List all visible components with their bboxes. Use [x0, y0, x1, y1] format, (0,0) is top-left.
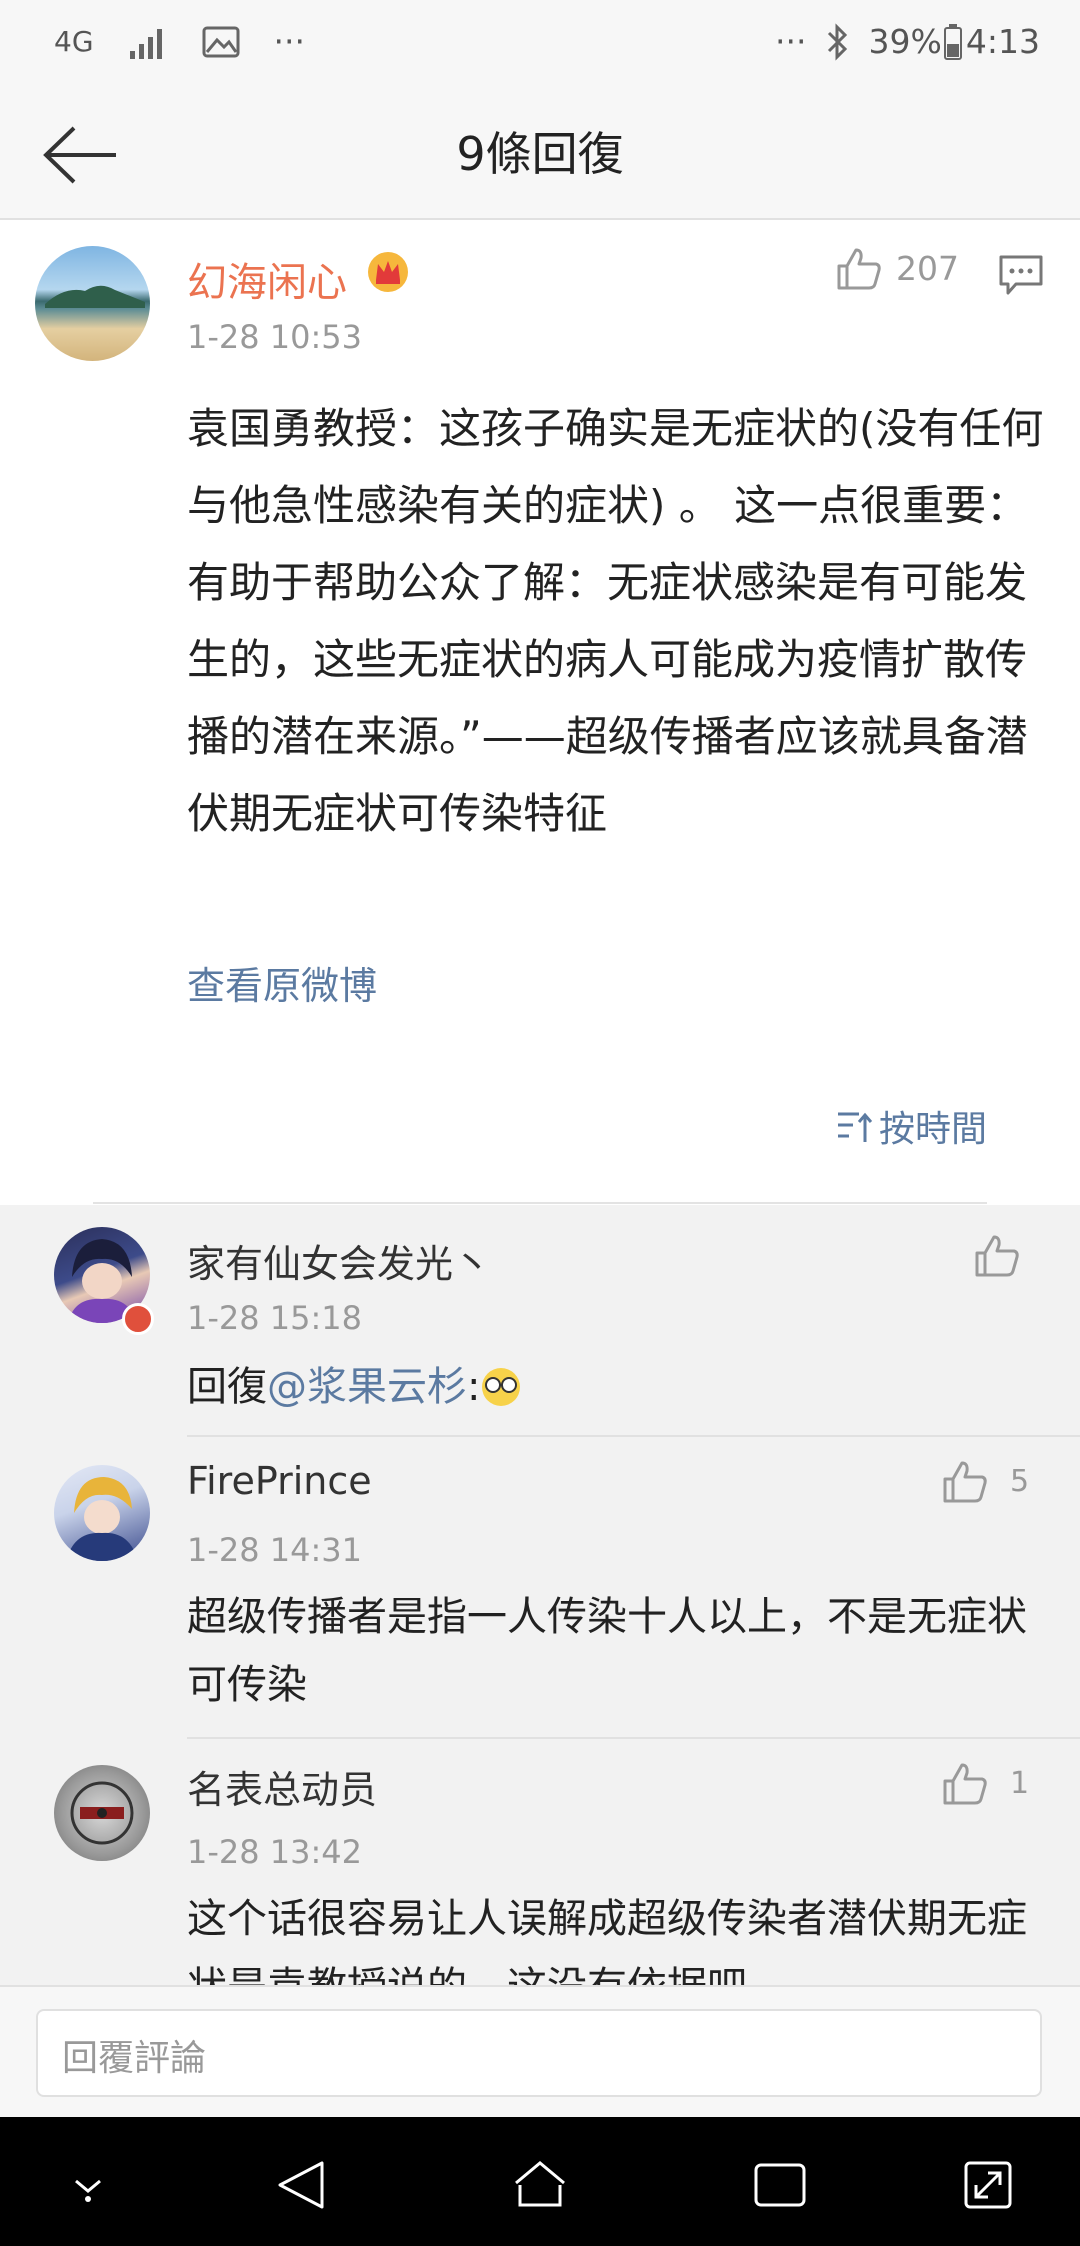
more-notifications-right: ···	[775, 22, 807, 61]
reply-bar: 回覆評論	[0, 1985, 1080, 2119]
reply-author[interactable]: 名表总动员	[187, 1759, 377, 1814]
reply-time: 1-28 13:42	[187, 1833, 363, 1871]
reply-text: 回復@浆果云杉:	[187, 1353, 1037, 1421]
thumbs-up-icon	[943, 1461, 987, 1503]
home-icon[interactable]	[510, 2155, 570, 2215]
battery-percent: 39%	[868, 22, 942, 61]
reply-like-button[interactable]: 5	[942, 1459, 1029, 1503]
page-title: 9條回復	[456, 127, 624, 181]
reply-item: 家有仙女会发光丶 1-28 15:18 回復@浆果云杉:	[0, 1205, 1080, 1437]
main-comment: 幻海闲心 1-28 10:53 207 袁国勇教授：这孩子确实是无症状的(没有任…	[0, 220, 1080, 1205]
reply-like-button[interactable]	[974, 1233, 1020, 1277]
verified-badge-icon	[122, 1303, 154, 1335]
battery-icon	[943, 23, 962, 60]
system-navigation-bar	[0, 2117, 1080, 2246]
emoji-glasses-icon	[482, 1368, 521, 1406]
more-notifications: ···	[273, 22, 305, 61]
reply-author[interactable]: FirePrince	[187, 1459, 372, 1503]
author-name[interactable]: 幻海闲心	[187, 250, 347, 308]
divider	[93, 1202, 987, 1204]
reply-text: 这个话很容易让人误解成超级传染者潜伏期无症状是袁教授说的，这没有依据吧。	[187, 1896, 1027, 1985]
reply-prefix: 回復	[187, 1364, 267, 1410]
reply-input[interactable]: 回覆評論	[36, 2009, 1042, 2097]
vip-crown-icon	[368, 252, 408, 292]
reply-like-count: 1	[1010, 1765, 1030, 1801]
expand-screen-icon[interactable]	[958, 2155, 1018, 2215]
mention-link[interactable]: @浆果云杉	[267, 1364, 467, 1410]
hide-keyboard-icon[interactable]	[58, 2155, 118, 2215]
reply-avatar[interactable]	[54, 1465, 150, 1561]
clock: 4:13	[965, 22, 1040, 61]
reply-suffix: :	[467, 1364, 481, 1410]
reply-time: 1-28 14:31	[187, 1531, 363, 1569]
comment-icon	[999, 255, 1043, 295]
thumbs-up-icon	[943, 1763, 987, 1805]
reply-like-count: 5	[1010, 1463, 1030, 1499]
thumbs-up-icon	[975, 1235, 1019, 1277]
back-nav-icon[interactable]	[272, 2155, 332, 2215]
thumbs-up-icon	[837, 248, 881, 290]
recent-apps-icon[interactable]	[750, 2155, 810, 2215]
reply-like-button[interactable]: 1	[942, 1761, 1029, 1805]
bluetooth-icon	[827, 22, 847, 61]
anime-avatar-image	[66, 1477, 138, 1561]
image-notification-icon	[202, 26, 240, 57]
top-nav-bar: 9條回復	[0, 90, 1080, 220]
reply-item: 名表总动员 1-28 13:42 这个话很容易让人误解成超级传染者潜伏期无症状是…	[0, 1739, 1080, 1985]
like-button[interactable]: 207	[836, 246, 959, 290]
reply-avatar[interactable]	[54, 1765, 150, 1861]
signal-icon	[129, 28, 162, 59]
status-bar: 4G ··· ··· 39% 4:13	[0, 0, 1080, 90]
reply-author[interactable]: 家有仙女会发光丶	[187, 1233, 491, 1288]
reply-list: 家有仙女会发光丶 1-28 15:18 回復@浆果云杉: FirePrince …	[0, 1205, 1080, 1985]
view-original-link[interactable]: 查看原微博	[187, 955, 377, 1010]
reply-item: FirePrince 1-28 14:31 超级传播者是指一人传染十人以上，不是…	[0, 1437, 1080, 1739]
island-photo	[45, 285, 145, 308]
reply-button[interactable]	[998, 254, 1044, 296]
post-time: 1-28 10:53	[187, 318, 363, 356]
sort-icon	[837, 1112, 873, 1142]
reply-text: 超级传播者是指一人传染十人以上，不是无症状可传染	[187, 1594, 1027, 1708]
post-text: 袁国勇教授：这孩子确实是无症状的(没有任何与他急性感染有关的症状) 。 这一点很…	[187, 404, 1044, 838]
network-label: 4G	[54, 25, 94, 58]
sort-by-time-button[interactable]: 按時間	[835, 1100, 987, 1152]
like-count: 207	[896, 248, 959, 288]
watch-logo-image	[70, 1781, 134, 1845]
reply-time: 1-28 15:18	[187, 1299, 363, 1337]
author-avatar[interactable]	[35, 246, 150, 361]
sort-label: 按時間	[878, 1109, 987, 1150]
